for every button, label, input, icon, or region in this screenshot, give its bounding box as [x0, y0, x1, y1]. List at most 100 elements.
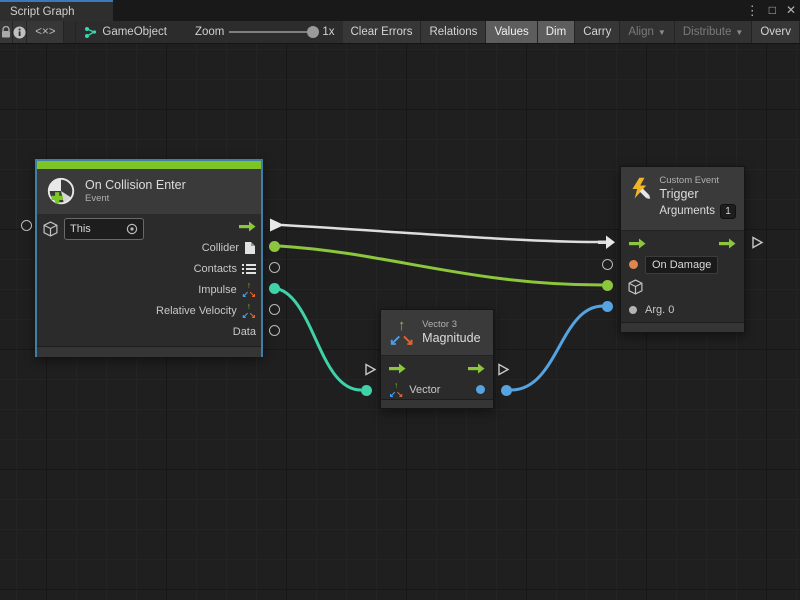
wire-collider-target[interactable] — [279, 246, 603, 285]
node-body: On Damage Arg. 0 — [621, 230, 744, 322]
port-target-input-connected[interactable] — [602, 280, 613, 291]
vector3-icon: ↑↙↘ — [242, 302, 256, 319]
port-relative-velocity-output[interactable] — [269, 304, 280, 315]
wire-impulse-vector[interactable] — [274, 288, 361, 390]
dim-toggle[interactable]: Dim — [538, 21, 575, 43]
node-magnitude[interactable]: ↑↙↘ Vector 3 Magnitude ↑↙↘ Vector — [380, 309, 494, 409]
float-output-dot — [476, 385, 485, 394]
port-data-output[interactable] — [269, 325, 280, 336]
node-header[interactable]: ↑↙↘ Vector 3 Magnitude — [381, 310, 493, 355]
node-header[interactable]: Custom Event Trigger Arguments 1 — [621, 167, 744, 230]
port-row-contacts: Contacts — [194, 258, 256, 279]
this-field[interactable]: This — [64, 218, 144, 240]
event-name-field[interactable]: On Damage — [645, 256, 718, 274]
object-picker-icon[interactable] — [126, 223, 138, 235]
window-menu-icon[interactable]: ⋮ — [746, 0, 759, 21]
target-row — [628, 276, 643, 298]
code-view-button[interactable]: <×> — [27, 21, 64, 43]
this-value: This — [70, 223, 91, 235]
zoom-value: 1x — [322, 26, 334, 38]
maximize-icon[interactable]: □ — [769, 0, 776, 21]
flow-arrow-icon — [389, 363, 406, 374]
node-on-collision-enter[interactable]: On Collision Enter Event This Collider — [35, 159, 263, 357]
node-footer — [621, 322, 744, 332]
gameobject-cube-icon — [43, 221, 58, 237]
node-title: Trigger — [659, 187, 736, 202]
port-this-input[interactable] — [21, 220, 32, 231]
port-label: Data — [233, 326, 256, 338]
node-body: This Collider Contacts Impulse — [37, 214, 261, 346]
node-body: ↑↙↘ Vector — [381, 355, 493, 399]
gameobject-cube-icon — [628, 279, 643, 295]
flow-row — [389, 358, 485, 379]
relations-button[interactable]: Relations — [421, 21, 486, 43]
toolbar-divider — [64, 21, 76, 43]
node-type-label: Vector 3 — [422, 319, 480, 331]
node-trigger-custom-event[interactable]: Custom Event Trigger Arguments 1 On Dama… — [620, 166, 745, 333]
zoom-slider[interactable] — [229, 31, 317, 33]
info-button[interactable] — [13, 21, 27, 43]
overview-label: Overv — [760, 26, 791, 38]
tab-script-graph[interactable]: Script Graph — [0, 0, 113, 21]
values-label: Values — [494, 26, 528, 38]
event-name-row: On Damage — [629, 254, 740, 275]
vector3-icon: ↑↙↘ — [242, 281, 256, 298]
graph-icon — [84, 26, 97, 39]
port-flow-output-connected[interactable] — [269, 218, 285, 232]
node-footer — [381, 399, 493, 408]
graph-toolbar: <×> GameObject Zoom 1x Clear Errors Rela… — [0, 21, 800, 44]
port-magnitude-output-connected[interactable] — [501, 385, 512, 396]
tab-label: Script Graph — [10, 6, 75, 18]
close-icon[interactable]: ✕ — [786, 0, 796, 21]
zoom-label: Zoom — [195, 26, 224, 38]
relations-label: Relations — [429, 26, 477, 38]
zoom-control: Zoom 1x — [187, 21, 343, 43]
node-title: Magnitude — [422, 331, 480, 346]
graph-canvas[interactable]: On Collision Enter Event This Collider — [0, 44, 800, 600]
port-arg0-input-connected[interactable] — [602, 301, 613, 312]
port-flow-input[interactable] — [364, 363, 377, 376]
wire-flow-trigger[interactable] — [282, 225, 598, 242]
generic-input-dot — [629, 306, 637, 314]
clear-errors-label: Clear Errors — [351, 26, 413, 38]
distribute-dropdown[interactable]: Distribute ▼ — [675, 21, 753, 43]
info-icon — [13, 26, 26, 39]
flow-out-row — [239, 216, 256, 237]
port-vector-input-connected[interactable] — [361, 385, 372, 396]
document-icon — [244, 241, 256, 255]
wire-magnitude-arg0[interactable] — [511, 306, 603, 390]
flow-arrow-icon — [719, 238, 736, 249]
zoom-slider-handle[interactable] — [307, 26, 319, 38]
port-label: Collider — [202, 242, 239, 254]
port-contacts-output[interactable] — [269, 262, 280, 273]
distribute-label: Distribute — [683, 26, 732, 38]
overview-button[interactable]: Overv — [752, 21, 800, 43]
graph-target[interactable]: GameObject — [76, 21, 175, 43]
align-dropdown[interactable]: Align ▼ — [620, 21, 675, 43]
flow-arrow-icon — [629, 238, 646, 249]
node-footer — [37, 346, 261, 357]
values-toggle[interactable]: Values — [486, 21, 537, 43]
unity-script-graph-window: Script Graph ⋮ □ ✕ <×> GameObject Zoom 1… — [0, 0, 800, 600]
port-collider-output[interactable] — [269, 241, 280, 252]
vector-input-row: ↑↙↘ Vector — [389, 379, 485, 400]
port-name-input[interactable] — [602, 259, 613, 270]
port-label: Impulse — [198, 284, 237, 296]
port-flow-input-connected[interactable] — [598, 235, 616, 250]
tab-bar: Script Graph ⋮ □ ✕ — [0, 0, 800, 21]
arguments-count-field[interactable]: 1 — [720, 204, 736, 219]
port-row-relative-velocity: Relative Velocity ↑↙↘ — [156, 300, 256, 321]
port-impulse-output[interactable] — [269, 283, 280, 294]
port-flow-output[interactable] — [751, 236, 764, 249]
port-label: Contacts — [194, 263, 237, 275]
carry-toggle[interactable]: Carry — [575, 21, 620, 43]
vector3-icon: ↑↙↘ — [389, 381, 403, 398]
lock-button[interactable] — [0, 21, 13, 43]
node-header[interactable]: On Collision Enter Event — [37, 169, 261, 214]
clear-errors-button[interactable]: Clear Errors — [343, 21, 422, 43]
code-icon: <×> — [35, 26, 55, 38]
event-name-value: On Damage — [652, 259, 711, 271]
port-flow-output[interactable] — [497, 363, 510, 376]
arguments-label: Arguments — [659, 204, 715, 219]
node-title: On Collision Enter — [85, 178, 186, 193]
